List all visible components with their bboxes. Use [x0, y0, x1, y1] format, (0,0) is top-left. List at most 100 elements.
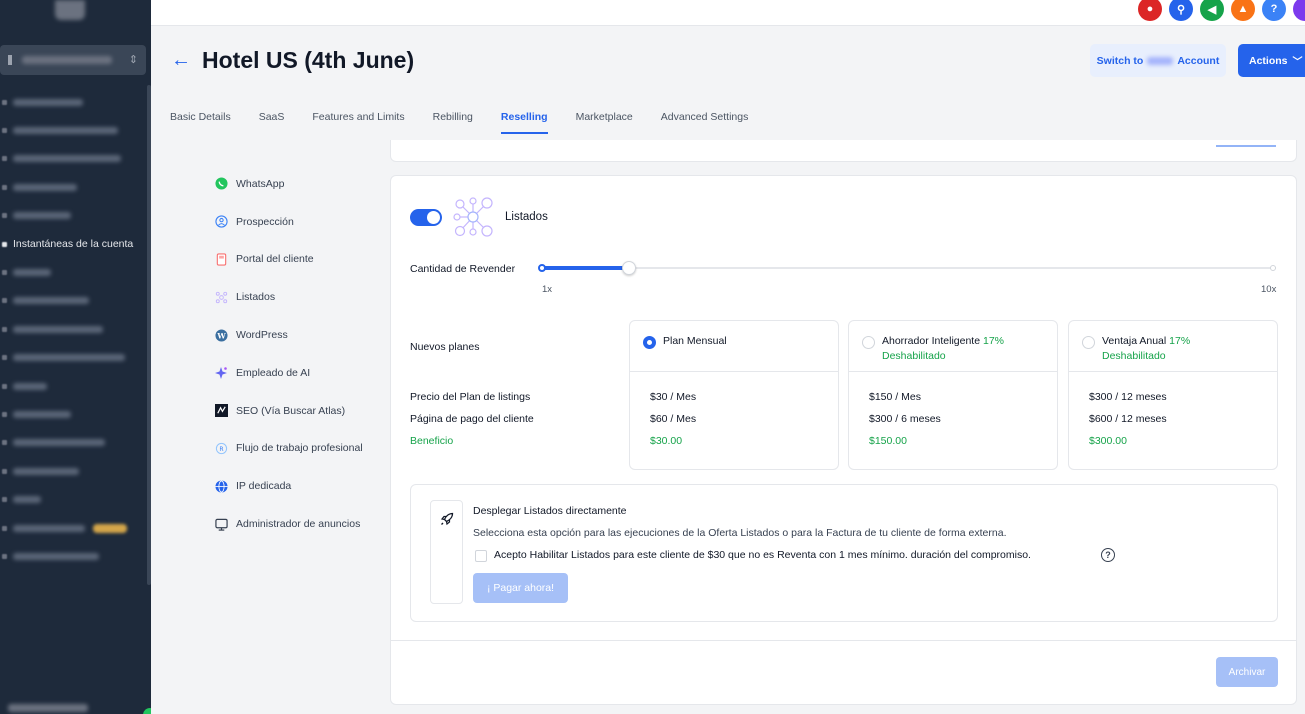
tab-reselling[interactable]: Reselling — [500, 111, 548, 134]
menu-icon — [2, 497, 7, 503]
sidebar-item[interactable] — [0, 542, 151, 570]
plan-radio[interactable] — [1082, 336, 1095, 349]
sidebar-item[interactable] — [0, 514, 151, 542]
new-plans-label: Nuevos planes — [410, 341, 480, 353]
page-title: Hotel US (4th June) — [202, 47, 415, 73]
sidebar-item[interactable] — [0, 145, 151, 173]
sidebar-item[interactable] — [0, 258, 151, 286]
nav-item-portal-cliente[interactable]: Portal del cliente — [214, 241, 380, 279]
menu-icon — [2, 411, 7, 417]
actions-button[interactable]: Actions ﹀ — [1238, 44, 1305, 77]
sidebar-item[interactable] — [0, 173, 151, 201]
previous-card-button-edge[interactable] — [1216, 145, 1276, 147]
discount-percent: 17% — [1169, 335, 1191, 347]
tab-advanced-settings[interactable]: Advanced Settings — [661, 111, 749, 134]
plan-price: $30 / Mes — [650, 391, 697, 403]
menu-icon — [2, 213, 7, 219]
accept-checkbox[interactable] — [475, 550, 487, 562]
plan-price: $150 / Mes — [869, 391, 921, 403]
sidebar-item[interactable] — [0, 485, 151, 513]
plan-name: Plan Mensual — [663, 335, 727, 347]
sidebar-item[interactable] — [0, 315, 151, 343]
sidebar-item[interactable] — [0, 372, 151, 400]
help-icon[interactable]: ? — [1262, 0, 1286, 21]
status-dot — [143, 708, 151, 714]
nav-item-whatsapp[interactable]: WhatsApp — [214, 165, 380, 203]
menu-icon — [2, 99, 7, 105]
tab-rebilling[interactable]: Rebilling — [433, 111, 473, 134]
sidebar-menu: Instantáneas de la cuenta — [0, 88, 151, 571]
snapshot-icon — [2, 241, 7, 247]
plan-card-smart-saver[interactable]: Ahorrador Inteligente 17% Deshabilitado $… — [848, 320, 1058, 470]
menu-icon — [2, 355, 7, 361]
nav-item-empleado-ai[interactable]: Empleado de AI — [214, 354, 380, 392]
plan-status: Deshabilitado — [882, 350, 946, 362]
megaphone-icon[interactable]: ◀ — [1200, 0, 1224, 21]
back-arrow-icon[interactable]: ← — [171, 49, 191, 72]
plan-status: Deshabilitado — [1102, 350, 1166, 362]
sidebar-item[interactable] — [0, 287, 151, 315]
prospecting-icon — [214, 215, 228, 229]
plan-profit: $30.00 — [650, 435, 683, 447]
plan-price: $300 / 12 meses — [1089, 391, 1167, 403]
sidebar-item-account-snapshots[interactable]: Instantáneas de la cuenta — [0, 230, 151, 258]
plan-name: Ahorrador Inteligente 17% Deshabilitado — [882, 335, 1005, 362]
sidebar-item[interactable] — [0, 88, 151, 116]
menu-icon — [2, 553, 7, 559]
top-bar: ● ⚲ ◀ ▲ ? — [151, 0, 1305, 26]
sidebar-item[interactable] — [0, 429, 151, 457]
avatar[interactable] — [1293, 0, 1305, 21]
menu-icon — [2, 326, 7, 332]
plan-radio[interactable] — [643, 336, 656, 349]
nav-item-prospeccion[interactable]: Prospección — [214, 203, 380, 241]
sidebar-scrollbar[interactable] — [147, 85, 151, 585]
bell-icon[interactable]: ▲ — [1231, 0, 1255, 21]
nav-item-seo[interactable]: SEO (Vía Buscar Atlas) — [214, 392, 380, 430]
nav-item-flujo-trabajo[interactable]: R Flujo de trabajo profesional — [214, 430, 380, 468]
nav-item-wordpress[interactable]: W WordPress — [214, 316, 380, 354]
sidebar-item[interactable] — [0, 116, 151, 144]
plan-profit: $150.00 — [869, 435, 907, 447]
plan-name: Ventaja Anual 17% Deshabilitado — [1102, 335, 1191, 362]
nav-item-administrador-anuncios[interactable]: Administrador de anuncios — [214, 505, 380, 543]
plan-price-label: Precio del Plan de listings — [410, 391, 531, 403]
plan-card-annual[interactable]: Ventaja Anual 17% Deshabilitado $300 / 12… — [1068, 320, 1278, 470]
question-circle-icon[interactable]: ? — [1101, 548, 1115, 562]
sidebar-item[interactable] — [0, 400, 151, 428]
resell-slider-track[interactable] — [541, 267, 1276, 269]
tab-basic-details[interactable]: Basic Details — [170, 111, 231, 134]
product-nav: WhatsApp Prospección Portal del cliente … — [214, 165, 380, 543]
sidebar-item[interactable] — [0, 457, 151, 485]
nav-item-ip-dedicada[interactable]: IP dedicada — [214, 467, 380, 505]
nav-item-listados[interactable]: Listados — [214, 278, 380, 316]
tab-saas[interactable]: SaaS — [259, 111, 285, 134]
sidebar: ⇕ Instantáneas de la cuenta — [0, 0, 151, 714]
plan-radio[interactable] — [862, 336, 875, 349]
plan-card-monthly[interactable]: Plan Mensual $30 / Mes $60 / Mes $30.00 — [629, 320, 839, 470]
pay-now-button[interactable]: ¡ Pagar ahora! — [473, 573, 568, 603]
profit-label: Beneficio — [410, 435, 454, 447]
account-name-redacted — [22, 56, 112, 64]
record-icon[interactable]: ● — [1138, 0, 1162, 21]
plan-profit: $300.00 — [1089, 435, 1127, 447]
company-logo[interactable] — [55, 0, 85, 20]
tab-features-limits[interactable]: Features and Limits — [312, 111, 404, 134]
listados-toggle[interactable] — [410, 209, 442, 226]
sidebar-item[interactable] — [0, 202, 151, 230]
settings-item-redacted[interactable] — [8, 704, 88, 712]
tab-marketplace[interactable]: Marketplace — [576, 111, 633, 134]
link-icon[interactable]: ⚲ — [1169, 0, 1193, 21]
sidebar-item[interactable] — [0, 344, 151, 372]
previous-card — [390, 140, 1297, 162]
switch-account-button[interactable]: Switch to Account — [1090, 44, 1226, 77]
resell-slider-thumb[interactable] — [622, 261, 636, 275]
plan-payment: $60 / Mes — [650, 413, 697, 425]
tab-bar: Basic Details SaaS Features and Limits R… — [170, 111, 776, 134]
slider-max-label: 10x — [1261, 284, 1277, 295]
client-portal-icon — [214, 252, 228, 266]
plan-payment: $300 / 6 meses — [869, 413, 941, 425]
menu-icon — [2, 270, 7, 276]
account-switcher[interactable]: ⇕ — [0, 45, 146, 75]
archive-button[interactable]: Archivar — [1216, 657, 1278, 687]
slider-min-label: 1x — [542, 284, 553, 295]
